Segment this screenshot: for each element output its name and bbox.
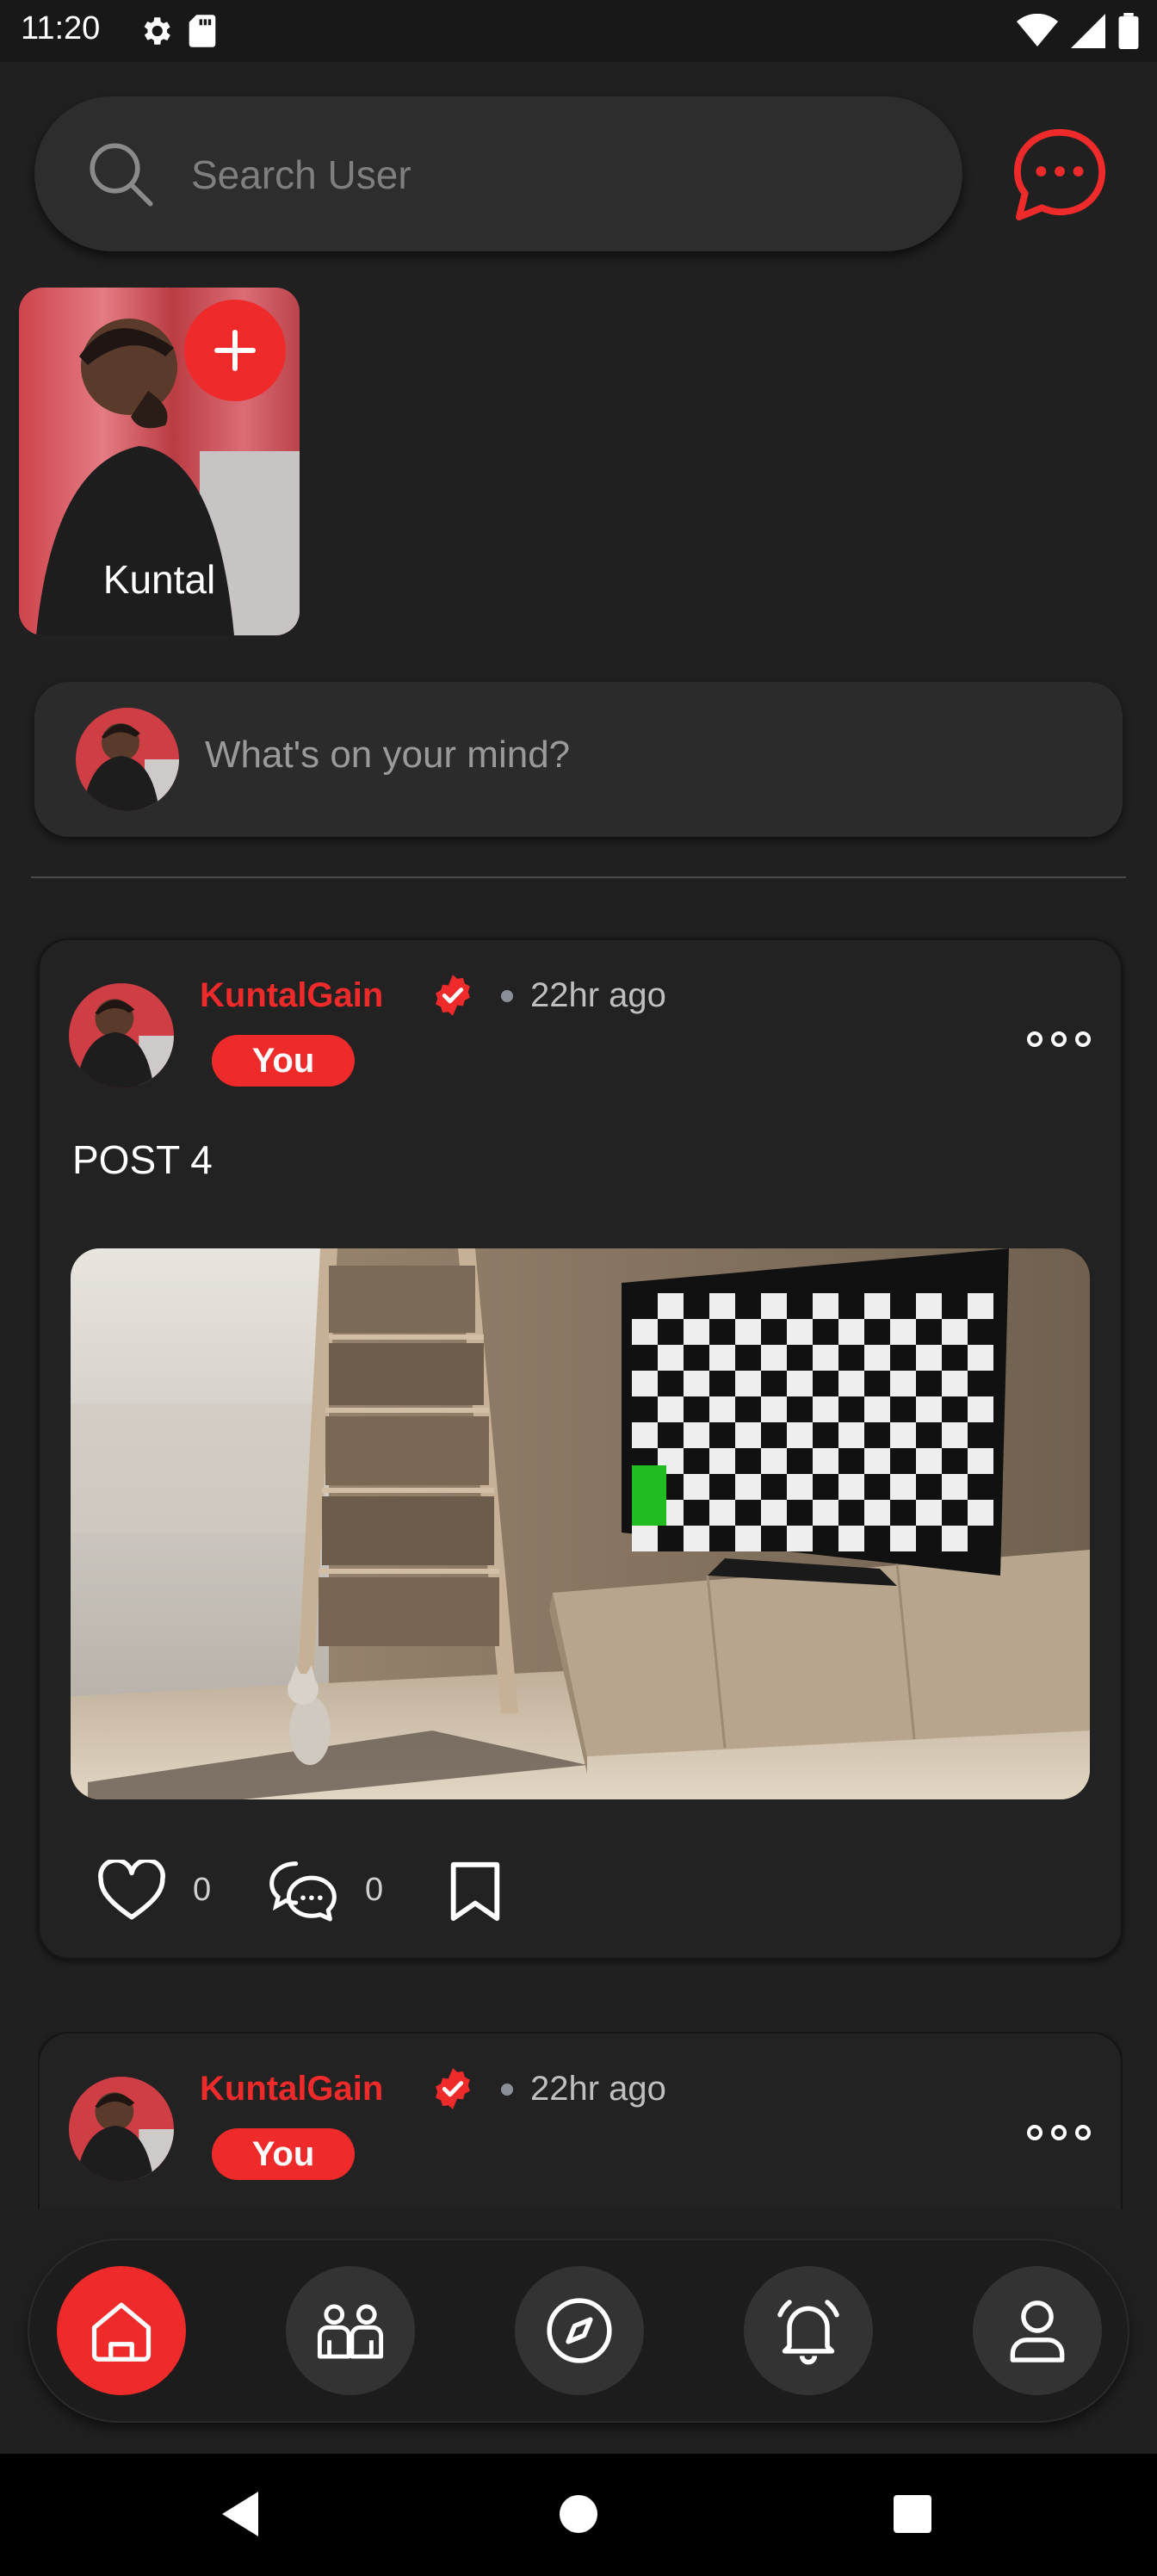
avatar[interactable]: [69, 983, 174, 1088]
settings-icon: [144, 17, 170, 45]
nav-explore[interactable]: [515, 2266, 644, 2395]
battery-icon: [1118, 13, 1139, 49]
plus-icon: [214, 330, 256, 371]
you-badge: You: [212, 1035, 355, 1087]
post-card: KuntalGain 22hr ago You POST 4 0 0: [38, 938, 1123, 1960]
avatar: [76, 708, 179, 811]
like-icon[interactable]: [96, 1860, 167, 1922]
more-options-icon[interactable]: [1024, 2120, 1093, 2146]
separator-dot: [501, 2084, 513, 2096]
post-image[interactable]: [71, 1248, 1090, 1799]
comment-count: 0: [365, 1872, 384, 1908]
search-icon: [90, 143, 153, 207]
separator-dot: [501, 990, 513, 1002]
more-options-icon[interactable]: [1024, 1026, 1093, 1052]
system-nav-bar: [0, 2454, 1157, 2576]
avatar[interactable]: [69, 2077, 174, 2182]
status-time: 11:20: [21, 10, 101, 46]
verified-icon: [436, 2068, 470, 2109]
wifi-icon: [1017, 14, 1058, 46]
friends-icon: [317, 2304, 384, 2359]
post-author[interactable]: KuntalGain: [200, 2070, 383, 2108]
signal-icon: [1071, 14, 1105, 48]
nav-notifications[interactable]: [744, 2266, 873, 2395]
home-circle-icon[interactable]: [558, 2493, 599, 2535]
post-card-clip: KuntalGain 22hr ago You: [38, 2032, 1123, 2209]
sd-card-icon: [189, 15, 216, 47]
nav-friends[interactable]: [286, 2266, 415, 2395]
notifications-icon: [777, 2300, 839, 2365]
back-icon[interactable]: [219, 2488, 262, 2540]
comment-icon[interactable]: [267, 1858, 339, 1923]
you-badge: You: [212, 2128, 355, 2180]
add-story-button[interactable]: [184, 300, 286, 401]
story-user-name: Kuntal: [102, 557, 216, 602]
post-time: 22hr ago: [530, 2070, 666, 2108]
chat-bubble-icon[interactable]: [1009, 126, 1111, 224]
bottom-nav: [29, 2240, 1128, 2421]
search-bar[interactable]: [34, 96, 962, 251]
divider: [31, 876, 1126, 878]
status-icons-left: [138, 10, 217, 52]
profile-icon: [1010, 2300, 1065, 2362]
post-composer[interactable]: What's on your mind?: [34, 682, 1123, 837]
composer-placeholder: What's on your mind?: [205, 734, 571, 776]
recents-icon[interactable]: [892, 2493, 933, 2535]
nav-profile[interactable]: [973, 2266, 1102, 2395]
post-author[interactable]: KuntalGain: [200, 976, 383, 1015]
bookmark-icon[interactable]: [448, 1860, 503, 1923]
post-card: KuntalGain 22hr ago You: [38, 2032, 1123, 2209]
home-icon: [91, 2302, 152, 2362]
search-input[interactable]: [189, 138, 933, 212]
post-time: 22hr ago: [530, 976, 666, 1014]
nav-home[interactable]: [57, 2266, 186, 2395]
status-icons-right: [1016, 10, 1140, 52]
like-count: 0: [193, 1872, 212, 1908]
explore-icon: [547, 2298, 612, 2363]
post-text: POST 4: [72, 1137, 213, 1182]
verified-icon: [436, 975, 470, 1016]
